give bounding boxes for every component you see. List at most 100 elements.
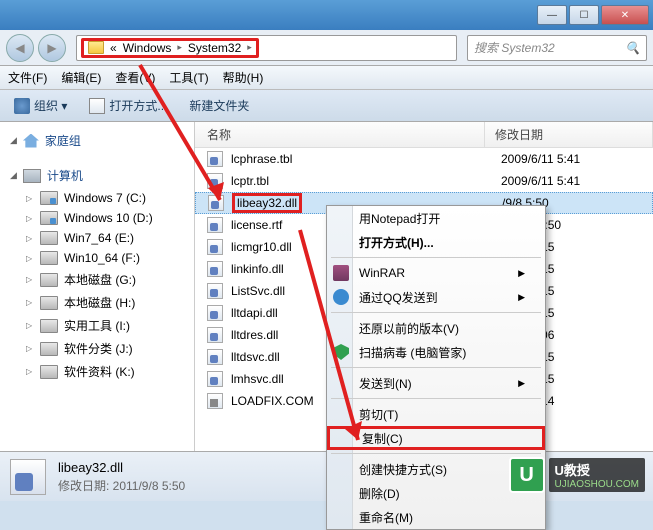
context-menu-item[interactable]: 通过QQ发送到 ▶ [327,285,545,309]
file-icon [207,327,223,343]
column-date[interactable]: 修改日期 [485,122,653,147]
file-icon [207,283,223,299]
sidebar-drive[interactable]: ▷Win7_64 (E:) [0,228,194,248]
drive-icon [40,211,58,225]
context-menu-item[interactable]: 发送到(N)▶ [327,371,545,395]
watermark: U U教授 UJIAOSHOU.COM [509,457,645,493]
details-filename: libeay32.dll [58,460,185,475]
file-icon [207,349,223,365]
organize-icon [14,98,30,114]
sidebar-drive[interactable]: ▷实用工具 (I:) [0,314,194,337]
maximize-button[interactable]: ☐ [569,5,599,25]
context-menu-label: 删除(D) [359,485,400,502]
context-menu-item[interactable]: 剪切(T) [327,402,545,426]
forward-button[interactable]: ▶ [38,34,66,62]
file-icon [207,173,223,189]
file-icon [207,151,223,167]
watermark-url: UJIAOSHOU.COM [555,479,639,490]
sidebar-drive[interactable]: ▷软件资料 (K:) [0,360,194,383]
breadcrumb[interactable]: « Windows ▸ System32 ▸ [81,38,259,58]
file-icon [208,195,224,211]
crumb-sep-icon: ▸ [177,42,182,53]
drive-icon [40,342,58,356]
drive-icon [40,273,58,287]
drive-icon [40,296,58,310]
drive-icon [40,319,58,333]
crumb-windows[interactable]: Windows [123,41,172,55]
context-menu-item[interactable]: 还原以前的版本(V) [327,316,545,340]
context-menu-label: 还原以前的版本(V) [359,320,459,337]
organize-button[interactable]: 组织 ▾ [8,93,73,118]
sidebar-drive[interactable]: ▷本地磁盘 (G:) [0,268,194,291]
file-icon [207,239,223,255]
menu-view[interactable]: 查看(V) [115,69,155,86]
context-menu-label: 打开方式(H)... [359,234,434,251]
sidebar-drive[interactable]: ▷Win10_64 (F:) [0,248,194,268]
drive-icon [40,251,58,265]
file-icon [207,371,223,387]
computer-icon [23,169,41,183]
sidebar-drive[interactable]: ▷软件分类 (J:) [0,337,194,360]
context-menu-item[interactable]: WinRAR ▶ [327,261,545,285]
context-menu-item[interactable]: 打开方式(H)... [327,230,545,254]
file-row[interactable]: lcphrase.tbl2009/6/11 5:41 [195,148,653,170]
folder-icon [88,41,104,54]
sidebar-drive[interactable]: ▷Windows 10 (D:) [0,208,194,228]
search-icon: 🔍 [625,41,640,55]
context-menu-item[interactable]: 用Notepad打开 [327,206,545,230]
watermark-title: U教授 [555,460,639,479]
drive-icon [40,365,58,379]
context-menu-item[interactable]: 重命名(M) [327,505,545,529]
column-headers: 名称 修改日期 [195,122,653,148]
search-input[interactable]: 搜索 System32 🔍 [467,35,647,61]
menu-tools[interactable]: 工具(T) [169,69,208,86]
submenu-arrow-icon: ▶ [518,268,525,279]
back-button[interactable]: ◀ [6,34,34,62]
file-icon [207,393,223,409]
window-titlebar: — ☐ ✕ [0,0,653,30]
menu-bar: 文件(F) 编辑(E) 查看(V) 工具(T) 帮助(H) [0,66,653,90]
context-menu-item[interactable]: 扫描病毒 (电脑管家) [327,340,545,364]
submenu-arrow-icon: ▶ [518,292,525,303]
column-name[interactable]: 名称 [195,122,485,147]
drive-icon [40,231,58,245]
submenu-arrow-icon: ▶ [518,378,525,389]
close-button[interactable]: ✕ [601,5,649,25]
context-menu-label: 用Notepad打开 [359,210,440,227]
context-menu-label: 创建快捷方式(S) [359,461,447,478]
context-menu-label: 通过QQ发送到 [359,289,438,306]
crumb-back[interactable]: « [110,41,117,55]
drive-icon [40,191,58,205]
file-row[interactable]: lcptr.tbl2009/6/11 5:41 [195,170,653,192]
crumb-sep-icon: ▸ [247,42,252,53]
address-bar[interactable]: « Windows ▸ System32 ▸ [76,35,457,61]
shield-icon [333,344,349,360]
file-date: 2009/6/11 5:41 [491,174,580,188]
file-large-icon [10,459,46,495]
new-folder-button[interactable]: 新建文件夹 [183,93,255,118]
context-menu-label: WinRAR [359,266,405,280]
navigation-sidebar: ◢ 家庭组 ◢ 计算机 ▷Windows 7 (C:)▷Windows 10 (… [0,122,195,492]
open-with-button[interactable]: 打开方式... [83,93,173,118]
context-menu-label: 扫描病毒 (电脑管家) [359,344,466,361]
sidebar-drive[interactable]: ▷Windows 7 (C:) [0,188,194,208]
file-icon [207,261,223,277]
context-menu-separator [331,312,541,313]
rar-icon [333,265,349,281]
context-menu-item[interactable]: 复制(C) [327,426,545,450]
file-icon [207,217,223,233]
search-placeholder: 搜索 System32 [474,39,555,56]
menu-help[interactable]: 帮助(H) [223,69,264,86]
sidebar-computer[interactable]: ◢ 计算机 [0,163,194,188]
sidebar-homegroup[interactable]: ◢ 家庭组 [0,128,194,153]
toolbar: 组织 ▾ 打开方式... 新建文件夹 [0,90,653,122]
minimize-button[interactable]: — [537,5,567,25]
menu-file[interactable]: 文件(F) [8,69,47,86]
context-menu-label: 剪切(T) [359,406,398,423]
crumb-system32[interactable]: System32 [188,41,241,55]
file-name: lcphrase.tbl [231,152,491,166]
context-menu-separator [331,367,541,368]
sidebar-drive[interactable]: ▷本地磁盘 (H:) [0,291,194,314]
menu-edit[interactable]: 编辑(E) [61,69,101,86]
details-meta: 修改日期: 2011/9/8 5:50 [58,477,185,494]
